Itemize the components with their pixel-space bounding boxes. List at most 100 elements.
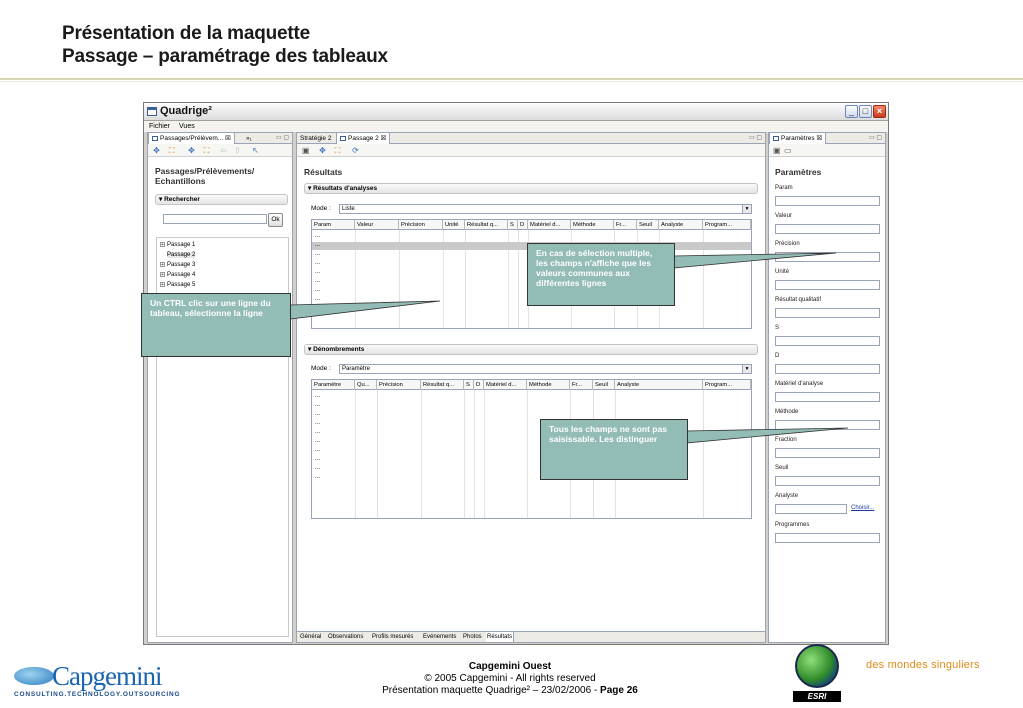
table-row[interactable]: ... <box>312 402 751 410</box>
window-title: Quadrige² <box>160 105 212 117</box>
view-minmax-icon[interactable]: ▭ ▢ <box>749 133 762 144</box>
window-titlebar[interactable]: Quadrige² _ □ × <box>144 103 888 121</box>
close-button[interactable]: × <box>873 105 886 118</box>
col-fraction[interactable]: Fr... <box>570 380 593 390</box>
s-field[interactable] <box>775 336 880 346</box>
tab-strategie-2[interactable]: Stratégie 2 <box>297 133 334 144</box>
col-programme[interactable]: Program... <box>703 380 751 390</box>
tree-item-passage-5[interactable]: + Passage 5 <box>160 281 195 289</box>
mode-select-2[interactable]: Paramètre ▼ <box>339 364 752 374</box>
ok-button[interactable]: Ok <box>268 213 283 227</box>
select-icon[interactable]: ↖ <box>252 147 259 155</box>
menu-vues[interactable]: Vues <box>179 123 195 130</box>
footer: Capgemini Ouest © 2005 Capgemini - All r… <box>360 661 660 697</box>
col-programme[interactable]: Program... <box>703 220 751 230</box>
minimize-button[interactable]: _ <box>845 105 858 118</box>
col-precision[interactable]: Précision <box>399 220 443 230</box>
back-icon[interactable]: ⇦ <box>220 147 227 155</box>
col-analyste[interactable]: Analyste <box>659 220 703 230</box>
view-minmax-icon[interactable]: ▭ ▢ <box>869 133 882 144</box>
col-precision[interactable]: Précision <box>377 380 421 390</box>
col-d[interactable]: D <box>518 220 528 230</box>
tab-overflow[interactable]: »₁ <box>243 133 255 144</box>
section-denombrements[interactable]: ▾ Dénombrements <box>304 344 758 355</box>
tree-expand-icon[interactable]: + <box>160 262 165 268</box>
col-d[interactable]: D <box>474 380 484 390</box>
expand-child-icon[interactable]: ⛶ <box>203 147 210 155</box>
tree-item-passage-2[interactable]: Passage 2 <box>167 251 196 259</box>
col-materiel[interactable]: Matériel d... <box>484 380 527 390</box>
col-s[interactable]: S <box>464 380 474 390</box>
mode-select-1[interactable]: Liste ▼ <box>339 204 752 214</box>
tab-close-icon[interactable]: ☒ <box>381 135 387 142</box>
save-icon[interactable]: ▣ <box>773 147 781 155</box>
form-icon[interactable]: ▭ <box>784 147 792 155</box>
menu-fichier[interactable]: Fichier <box>149 123 170 130</box>
col-parametre[interactable]: Paramètre <box>312 380 355 390</box>
valeur-field[interactable] <box>775 224 880 234</box>
section-rechercher[interactable]: ▾ Rechercher <box>155 194 288 205</box>
col-seuil[interactable]: Seuil <box>637 220 659 230</box>
tab-photos[interactable]: Photos <box>462 632 483 642</box>
col-s[interactable]: S <box>508 220 518 230</box>
analyste-field[interactable] <box>775 504 847 514</box>
seuil-field[interactable] <box>775 476 880 486</box>
tree-expand-icon[interactable]: + <box>160 272 165 278</box>
choose-analyste-link[interactable]: Choisir... <box>851 505 874 511</box>
tab-parametres[interactable]: Paramètres ☒ <box>769 133 827 144</box>
table-row[interactable]: ... <box>312 233 751 241</box>
tab-close-icon[interactable]: ☒ <box>816 135 822 142</box>
tree-item-passage-3[interactable]: + Passage 3 <box>160 261 195 269</box>
tab-passages[interactable]: Passages/Prélèvem... ☒ <box>148 133 235 144</box>
search-input[interactable] <box>163 214 267 224</box>
col-analyste[interactable]: Analyste <box>615 380 703 390</box>
add-icon[interactable]: ✥ <box>153 147 160 155</box>
add-child-icon[interactable]: ✥ <box>188 147 195 155</box>
resultat-qualitatif-field[interactable] <box>775 308 880 318</box>
col-seuil[interactable]: Seuil <box>593 380 615 390</box>
callout-left: Un CTRL clic sur une ligne du tableau, s… <box>141 293 291 357</box>
table-row[interactable]: ... <box>312 411 751 419</box>
col-methode[interactable]: Méthode <box>527 380 570 390</box>
chevron-down-icon[interactable]: ▼ <box>742 365 751 373</box>
programmes-field[interactable] <box>775 533 880 543</box>
add-icon[interactable]: ✥ <box>319 147 326 155</box>
tab-resultats[interactable]: Résultats <box>486 632 515 642</box>
col-methode[interactable]: Méthode <box>571 220 614 230</box>
col-materiel[interactable]: Matériel d... <box>528 220 571 230</box>
table-row[interactable]: ... <box>312 393 751 401</box>
col-fraction[interactable]: Fr... <box>614 220 637 230</box>
col-valeur[interactable]: Valeur <box>355 220 399 230</box>
section-resultats-analyses[interactable]: ▾ Résultats d'analyses <box>304 183 758 194</box>
refresh-icon[interactable]: ⟳ <box>352 147 359 155</box>
col-resultat-q[interactable]: Résultat q... <box>465 220 508 230</box>
tree-expand-icon[interactable]: + <box>160 242 165 248</box>
chevron-down-icon[interactable]: ▼ <box>742 205 751 213</box>
forward-icon[interactable]: ⇧ <box>234 147 241 155</box>
col-param[interactable]: Param <box>312 220 355 230</box>
expand-icon[interactable]: ⛶ <box>168 147 175 155</box>
tab-general[interactable]: Général <box>299 632 322 642</box>
tree-item-passage-1[interactable]: + Passage 1 <box>160 241 195 249</box>
col-quantite[interactable]: Qu... <box>355 380 377 390</box>
tab-close-icon[interactable]: ☒ <box>225 135 231 142</box>
param-field[interactable] <box>775 196 880 206</box>
view-minmax-icon[interactable]: ▭ ▢ <box>276 133 289 144</box>
expand-icon[interactable]: ⛶ <box>334 147 341 155</box>
save-icon[interactable]: ▣ <box>302 147 310 155</box>
tab-profils-mesures[interactable]: Profils mesurés <box>371 632 414 642</box>
tab-passage-2[interactable]: Passage 2 ☒ <box>336 133 391 144</box>
precision-field[interactable] <box>775 252 880 262</box>
tree-expand-icon[interactable]: + <box>160 282 165 288</box>
unite-field[interactable] <box>775 280 880 290</box>
tab-evenements[interactable]: Evénements <box>422 632 457 642</box>
maximize-button[interactable]: □ <box>859 105 872 118</box>
methode-field[interactable] <box>775 420 880 430</box>
col-resultat-q[interactable]: Résultat q... <box>421 380 464 390</box>
materiel-analyse-field[interactable] <box>775 392 880 402</box>
col-unite[interactable]: Unité <box>443 220 465 230</box>
fraction-field[interactable] <box>775 448 880 458</box>
tree-item-passage-4[interactable]: + Passage 4 <box>160 271 195 279</box>
tab-observations[interactable]: Observations <box>327 632 364 642</box>
d-field[interactable] <box>775 364 880 374</box>
